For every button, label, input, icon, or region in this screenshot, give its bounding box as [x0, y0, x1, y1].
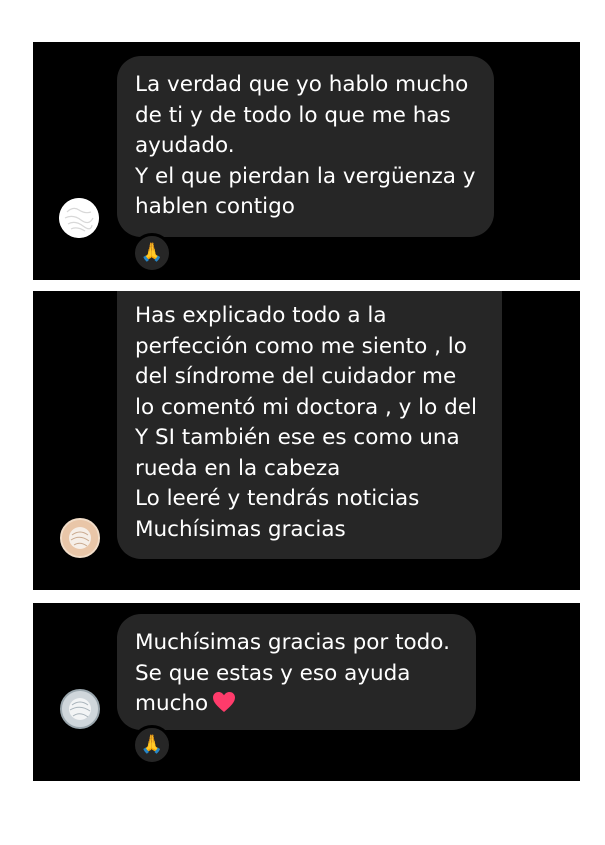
- message-line: mucho: [135, 689, 458, 723]
- chat-screenshot-3: Muchísimas gracias por todo. Se que esta…: [33, 603, 580, 781]
- reaction-badge[interactable]: 🙏: [132, 233, 172, 273]
- message-line: Y SI también ese es como una: [135, 425, 460, 450]
- message-line: La verdad que yo hablo mucho: [135, 72, 469, 97]
- folded-hands-icon: 🙏: [140, 734, 164, 755]
- message-line: Y el que pierdan la vergüenza y: [135, 163, 476, 189]
- message-line: hablen contigo: [135, 194, 295, 219]
- folded-hands-icon: 🙏: [140, 242, 164, 263]
- avatar[interactable]: [60, 518, 100, 558]
- message-bubble[interactable]: Has explicado todo a la perfección como …: [117, 291, 502, 559]
- message-line: perfección como me siento , lo: [135, 333, 467, 359]
- message-line: Muchísimas gracias: [135, 516, 346, 542]
- message-line: Se que estas y eso ayuda: [135, 660, 411, 686]
- heart-icon: [212, 691, 236, 723]
- message-line: Has explicado todo a la: [135, 303, 387, 328]
- message-bubble[interactable]: Muchísimas gracias por todo. Se que esta…: [117, 614, 476, 730]
- avatar[interactable]: [59, 198, 99, 238]
- message-line: de ti y de todo lo que me has: [135, 102, 451, 128]
- message-line: Muchísimas gracias por todo.: [135, 630, 450, 655]
- avatar[interactable]: [60, 689, 100, 729]
- chat-screenshot-2: Has explicado todo a la perfección como …: [33, 291, 580, 590]
- message-line: lo comentó mi doctora , y lo del: [135, 394, 477, 420]
- message-bubble[interactable]: La verdad que yo hablo mucho de ti y de …: [117, 56, 494, 237]
- message-line: Lo leeré y tendrás noticias: [135, 486, 420, 511]
- message-line-text: mucho: [135, 691, 209, 716]
- message-line: rueda en la cabeza: [135, 455, 341, 481]
- reaction-badge[interactable]: 🙏: [132, 725, 172, 765]
- message-line: ayudado.: [135, 133, 235, 158]
- chat-screenshot-1: La verdad que yo hablo mucho de ti y de …: [33, 42, 580, 280]
- message-line: del síndrome del cuidador me: [135, 364, 457, 389]
